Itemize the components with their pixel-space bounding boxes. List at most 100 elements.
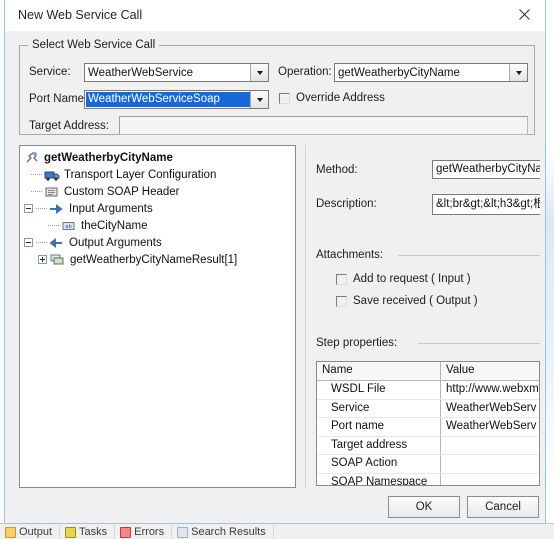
step-properties-grid[interactable]: Name Value WSDL File http://www.webxm Se… [316,361,540,486]
chevron-down-icon[interactable] [250,64,268,81]
dialog-title: New Web Service Call [18,8,143,22]
attachments-divider [398,255,540,256]
tree-connector [31,190,42,193]
tree-node-label: getWeatherbyCityNameResult[1] [70,253,238,266]
tree-node-label: theCityName [81,219,148,232]
chevron-down-icon[interactable] [509,64,527,81]
tree-node-root[interactable]: getWeatherbyCityName [20,149,295,166]
grid-cell-name: Target address [317,436,441,454]
tree-node-output-arguments[interactable]: Output Arguments [20,234,295,251]
web-service-tree[interactable]: getWeatherbyCityName Transport Layer Con… [19,145,296,488]
tasks-icon [65,526,77,538]
method-input[interactable]: getWeatherbyCityName [432,160,540,179]
group-legend: Select Web Service Call [28,39,160,51]
save-received-checkbox[interactable]: Save received ( Output ) [336,295,478,307]
override-address-label: Override Address [296,92,385,104]
tree-node-label: Transport Layer Configuration [64,168,217,181]
table-row[interactable]: SOAP Action [317,455,539,474]
tree-node-thecityname[interactable]: ab theCityName [20,217,295,234]
tree-node-transport-layer-configuration[interactable]: Transport Layer Configuration [20,166,295,183]
background-tab-label: Output [19,526,53,538]
tree-connector [36,207,47,210]
operation-combo-value: getWeatherbyCityName [338,66,460,79]
soap-header-icon [44,185,60,199]
table-row[interactable]: WSDL File http://www.webxm [317,381,539,400]
grid-cell-value[interactable] [441,455,539,473]
background-tab-tasks[interactable]: Tasks [60,524,116,539]
port-name-combo[interactable]: WeatherWebServiceSoap [84,90,269,109]
close-icon[interactable] [503,0,545,29]
chevron-down-icon[interactable] [250,91,268,108]
grid-cell-name: Port name [317,418,441,436]
tree-node-label: Output Arguments [69,236,162,249]
grid-cell-name: SOAP Namespace [317,473,441,485]
expand-icon[interactable] [38,255,47,264]
grid-header-value: Value [446,364,475,376]
background-tab-output[interactable]: Output [0,524,61,539]
add-to-request-label: Add to request ( Input ) [353,273,471,285]
save-received-label: Save received ( Output ) [353,295,478,307]
grid-cell-value[interactable] [441,437,539,455]
grid-cell-name: SOAP Action [317,455,441,473]
cancel-button[interactable]: Cancel [467,496,539,518]
add-to-request-checkbox[interactable]: Add to request ( Input ) [336,273,471,285]
grid-cell-value[interactable] [441,474,539,486]
ok-button[interactable]: OK [388,496,460,518]
operation-combo[interactable]: getWeatherbyCityName [334,63,528,82]
web-service-icon [24,151,40,165]
detail-panel: Method: getWeatherbyCityName Description… [305,145,540,488]
override-address-checkbox[interactable]: Override Address [279,92,385,104]
port-name-label: Port Name: [29,93,88,105]
output-icon [5,526,16,538]
tree-node-getweatherbycitynameresult[interactable]: getWeatherbyCityNameResult[1] [20,251,295,268]
search-results-icon [177,526,189,538]
background-tab-label: Errors [134,526,165,538]
grid-cell-name: WSDL File [317,381,441,399]
array-icon [50,253,66,267]
select-web-service-call-group: Select Web Service Call Service: Weather… [19,39,535,135]
service-combo-value: WeatherWebService [88,66,194,79]
tree-node-label: Input Arguments [69,202,153,215]
target-address-label: Target Address: [29,120,109,132]
table-row[interactable]: Target address [317,436,539,455]
tree-connector [48,224,59,227]
checkbox-box [279,92,290,104]
service-combo[interactable]: WeatherWebService [84,63,269,82]
step-properties-label: Step properties: [316,337,398,349]
grid-header-row: Name Value [317,362,539,381]
screen-root: Output Tasks Errors Search Results New W… [0,0,554,539]
background-tab-bar: Output Tasks Errors Search Results [0,523,554,539]
target-address-input[interactable] [119,116,528,135]
tree-connector [36,241,47,244]
tree-node-label: Custom SOAP Header [64,185,180,198]
svg-text:ab: ab [65,224,71,230]
argument-icon: ab [61,219,77,233]
checkbox-box [336,295,347,307]
tree-node-custom-soap-header[interactable]: Custom SOAP Header [20,183,295,200]
background-tab-errors[interactable]: Errors [115,524,173,539]
new-web-service-call-dialog: New Web Service Call Select Web Service … [4,0,546,524]
collapse-icon[interactable] [24,238,33,247]
method-label: Method: [316,164,358,176]
background-tab-search-results[interactable]: Search Results [172,524,274,539]
table-row[interactable]: Service WeatherWebServ [317,399,539,418]
description-label: Description: [316,198,377,210]
arrow-right-icon [49,202,65,216]
collapse-icon[interactable] [24,204,33,213]
checkbox-box [336,273,347,285]
table-row[interactable]: SOAP Namespace [317,473,539,486]
background-tab-label: Tasks [79,526,108,538]
tree-connector [31,173,42,176]
tree-node-input-arguments[interactable]: Input Arguments [20,200,295,217]
grid-cell-value[interactable]: http://www.webxm [441,381,539,399]
port-name-combo-value: WeatherWebServiceSoap [86,92,250,107]
description-input[interactable]: &lt;br&gt;&lt;h3&gt;根据 [432,194,540,215]
grid-cell-value[interactable]: WeatherWebServ [441,400,539,418]
grid-header-name: Name [317,362,441,380]
grid-cell-name: Service [317,399,441,417]
grid-cell-value[interactable]: WeatherWebServ [441,418,539,436]
errors-icon [120,526,132,538]
operation-label: Operation: [278,66,332,78]
table-row[interactable]: Port name WeatherWebServ [317,418,539,437]
attachments-label: Attachments: [316,249,384,261]
